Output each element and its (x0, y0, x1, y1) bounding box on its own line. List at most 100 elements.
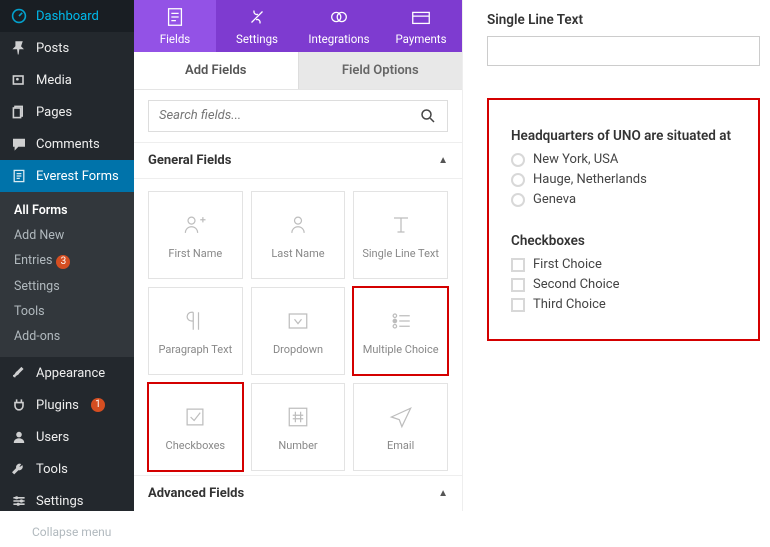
caret-up-icon: ▲ (438, 155, 448, 166)
preview-multiple-choice-field[interactable]: Headquarters of UNO are situated at New … (511, 128, 736, 207)
menu-dashboard[interactable]: Dashboard (0, 0, 134, 32)
tile-paragraph[interactable]: Paragraph Text (148, 287, 243, 375)
menu-plugins[interactable]: Plugins 1 (0, 389, 134, 421)
section-general-fields[interactable]: General Fields ▲ (134, 142, 462, 179)
field-label: Headquarters of UNO are situated at (511, 128, 736, 144)
radio-option[interactable]: Hauge, Netherlands (511, 172, 736, 187)
tab-add-fields[interactable]: Add Fields (134, 52, 298, 89)
plug-icon (10, 396, 28, 414)
submenu-entries[interactable]: Entries3 (0, 248, 134, 274)
hash-icon (284, 403, 312, 431)
integrations-icon (328, 6, 350, 28)
field-label: Single Line Text (487, 12, 760, 28)
tile-single-line[interactable]: Single Line Text (353, 191, 448, 279)
submenu-settings[interactable]: Settings (0, 274, 134, 299)
menu-label: Tools (36, 462, 68, 477)
collapse-label: Collapse menu (32, 525, 111, 539)
menu-label: Appearance (36, 366, 105, 381)
toolbar-integrations[interactable]: Integrations (298, 0, 380, 52)
checkbox-icon (511, 278, 525, 292)
user-icon (10, 428, 28, 446)
checkbox-icon (511, 258, 525, 272)
wrench-icon (10, 460, 28, 478)
radio-icon (511, 153, 525, 167)
tile-checkboxes[interactable]: Checkboxes (148, 383, 243, 471)
menu-label: Plugins (36, 398, 79, 413)
toolbar-fields[interactable]: Fields (134, 0, 216, 52)
wp-admin-sidebar: Dashboard Posts Media Pages Comments Eve… (0, 0, 134, 511)
menu-label: Media (36, 73, 72, 88)
menu-posts[interactable]: Posts (0, 32, 134, 64)
payments-icon (410, 6, 432, 28)
field-label: Checkboxes (511, 233, 736, 249)
section-advanced-fields[interactable]: Advanced Fields ▲ (134, 475, 462, 511)
toolbar-payments[interactable]: Payments (380, 0, 462, 52)
tab-field-options[interactable]: Field Options (298, 52, 463, 89)
dropdown-icon (284, 307, 312, 335)
pages-icon (10, 103, 28, 121)
menu-tools[interactable]: Tools (0, 453, 134, 485)
tile-dropdown[interactable]: Dropdown (251, 287, 346, 375)
menu-label: Posts (36, 41, 69, 56)
text-icon (387, 211, 415, 239)
checkbox-option[interactable]: Third Choice (511, 297, 736, 312)
submenu-addons[interactable]: Add-ons (0, 324, 134, 349)
radio-option[interactable]: New York, USA (511, 152, 736, 167)
tile-multiple-choice[interactable]: Multiple Choice (353, 287, 448, 375)
form-preview: Single Line Text Headquarters of UNO are… (463, 0, 770, 511)
field-tabs: Add Fields Field Options (134, 52, 462, 90)
dashboard-icon (10, 7, 28, 25)
menu-everest-forms[interactable]: Everest Forms (0, 160, 134, 192)
plugins-badge: 1 (91, 398, 105, 412)
menu-label: Users (36, 430, 69, 445)
radio-icon (511, 173, 525, 187)
radio-icon (511, 193, 525, 207)
tile-last-name[interactable]: Last Name (251, 191, 346, 279)
entries-badge: 3 (56, 255, 70, 269)
checkbox-option[interactable]: First Choice (511, 257, 736, 272)
fields-icon (164, 6, 186, 28)
person-icon (284, 211, 312, 239)
preview-checkboxes-field[interactable]: Checkboxes First Choice Second Choice Th… (511, 233, 736, 312)
menu-settings[interactable]: Settings (0, 485, 134, 517)
builder-panel: Fields Settings Integrations Payments Ad… (134, 0, 463, 511)
menu-label: Dashboard (36, 9, 99, 24)
comment-icon (10, 135, 28, 153)
submenu-all-forms[interactable]: All Forms (0, 198, 134, 223)
paper-plane-icon (387, 403, 415, 431)
brush-icon (10, 364, 28, 382)
search-fields[interactable] (148, 100, 448, 132)
toolbar-settings[interactable]: Settings (216, 0, 298, 52)
text-input[interactable] (487, 36, 760, 66)
checkbox-icon (181, 403, 209, 431)
checkbox-icon (511, 298, 525, 312)
search-input[interactable] (159, 108, 419, 123)
collapse-menu[interactable]: Collapse menu (0, 517, 134, 547)
menu-label: Pages (36, 105, 72, 120)
tile-email[interactable]: Email (353, 383, 448, 471)
search-icon (419, 107, 437, 125)
form-icon (10, 167, 28, 185)
menu-label: Comments (36, 137, 100, 152)
caret-up-icon: ▲ (438, 488, 448, 499)
highlight-annotation: Headquarters of UNO are situated at New … (487, 98, 760, 341)
radio-list-icon (387, 307, 415, 335)
menu-media[interactable]: Media (0, 64, 134, 96)
field-grid: First Name Last Name Single Line Text Pa… (134, 179, 462, 475)
submenu-add-new[interactable]: Add New (0, 223, 134, 248)
pin-icon (10, 39, 28, 57)
tile-first-name[interactable]: First Name (148, 191, 243, 279)
paragraph-icon (181, 307, 209, 335)
preview-single-line-field[interactable]: Single Line Text (487, 12, 760, 66)
menu-comments[interactable]: Comments (0, 128, 134, 160)
menu-users[interactable]: Users (0, 421, 134, 453)
tile-number[interactable]: Number (251, 383, 346, 471)
submenu-everest: All Forms Add New Entries3 Settings Tool… (0, 192, 134, 357)
menu-pages[interactable]: Pages (0, 96, 134, 128)
builder-toolbar: Fields Settings Integrations Payments (134, 0, 462, 52)
submenu-tools[interactable]: Tools (0, 299, 134, 324)
person-plus-icon (181, 211, 209, 239)
radio-option[interactable]: Geneva (511, 192, 736, 207)
checkbox-option[interactable]: Second Choice (511, 277, 736, 292)
menu-appearance[interactable]: Appearance (0, 357, 134, 389)
